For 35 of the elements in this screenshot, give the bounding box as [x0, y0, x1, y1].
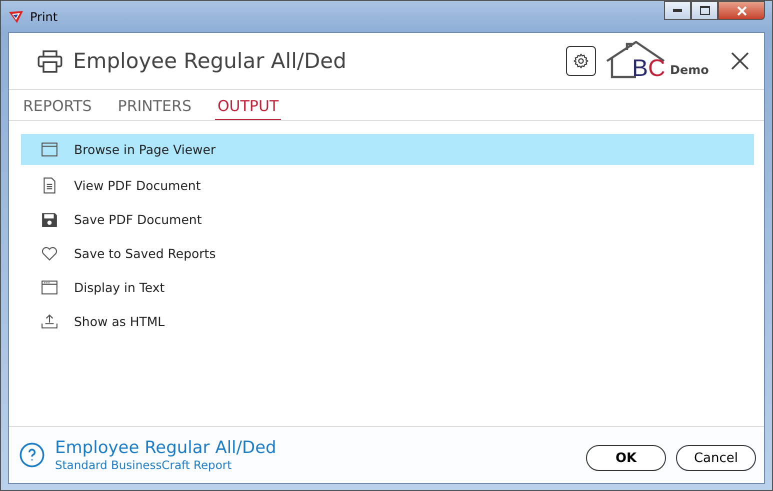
ok-button[interactable]: OK [586, 445, 666, 471]
settings-icon [572, 52, 590, 70]
window-icon [41, 141, 58, 158]
output-option[interactable]: View PDF Document [21, 168, 754, 202]
report-title: Employee Regular All/Ded [73, 49, 346, 73]
cancel-button[interactable]: Cancel [676, 445, 756, 471]
close-icon [730, 51, 750, 71]
printer-icon [37, 49, 63, 73]
close-button[interactable] [730, 51, 750, 71]
heart-icon [41, 244, 58, 262]
output-option[interactable]: Display in Text [21, 270, 754, 304]
footer-title: Employee Regular All/Ded [55, 438, 276, 458]
output-option[interactable]: Save PDF Document [21, 202, 754, 236]
output-option[interactable]: Save to Saved Reports [21, 236, 754, 270]
window-title: Print [30, 10, 58, 24]
tab[interactable]: PRINTERS [116, 90, 194, 120]
minimize-button[interactable] [664, 1, 691, 20]
upload-tray-icon [41, 312, 58, 330]
logo-letter: C [648, 55, 666, 83]
tab[interactable]: OUTPUT [215, 90, 281, 120]
house-outline-icon [606, 41, 666, 79]
document-icon [41, 176, 58, 194]
logo-caption: Demo [670, 63, 709, 77]
close-icon [736, 6, 746, 16]
tab[interactable]: REPORTS [21, 90, 94, 120]
logo-letter: B [632, 55, 648, 83]
window-icon [41, 278, 58, 296]
maximize-button[interactable] [691, 1, 718, 20]
app-icon [8, 8, 24, 24]
output-option[interactable]: Browse in Page Viewer [21, 134, 754, 165]
help-icon [19, 442, 45, 468]
output-option[interactable]: Show as HTML [21, 304, 754, 338]
close-button[interactable] [718, 1, 765, 20]
settings-button[interactable] [566, 46, 596, 76]
footer-subtitle: Standard BusinessCraft Report [55, 458, 233, 472]
